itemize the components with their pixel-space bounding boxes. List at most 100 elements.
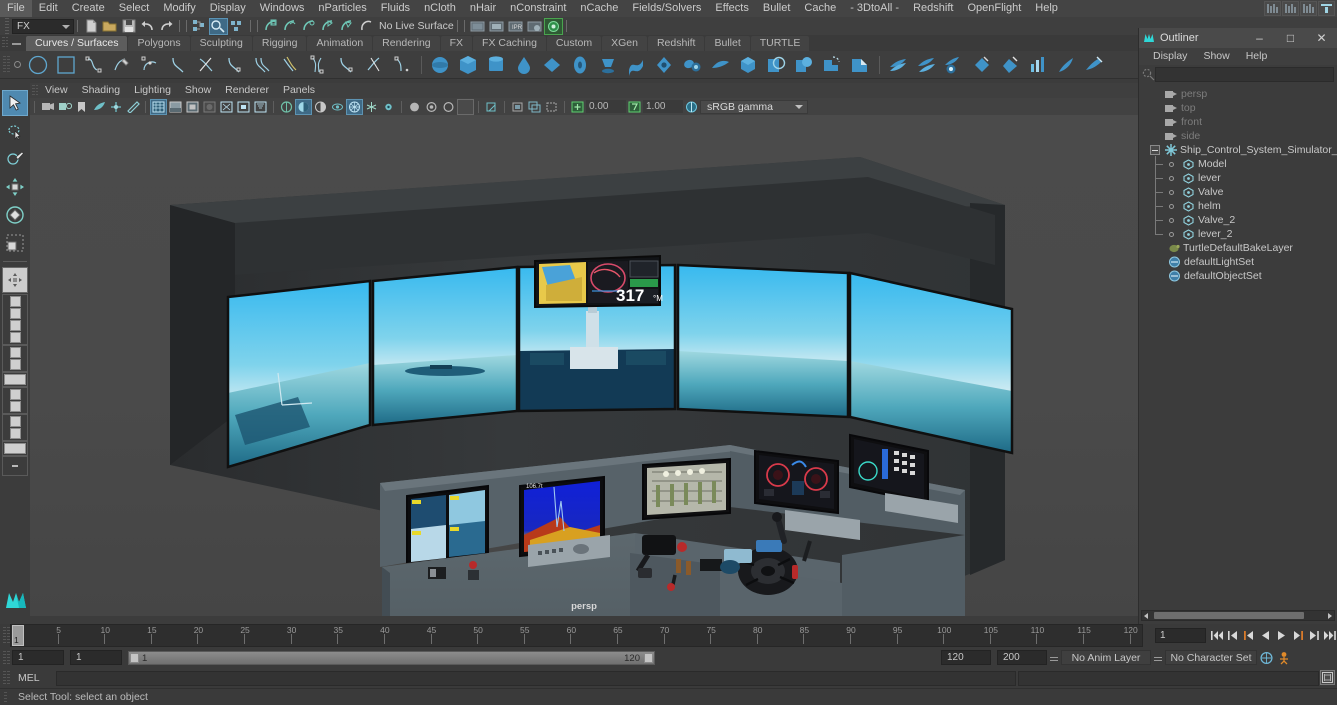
extrude-surface-icon[interactable]	[248, 52, 276, 78]
depth-of-field-icon[interactable]	[329, 99, 346, 115]
menu-item-file[interactable]: File	[0, 0, 32, 17]
time-slider-track[interactable]: 1 5 10 15 20 25 30 35 40 45 50 55 60 65 70 75 80 85 90 95 1…	[10, 624, 1143, 647]
layout-four-view-group[interactable]	[2, 294, 28, 345]
range-start-handle[interactable]	[130, 652, 139, 663]
nurbs-cube-icon[interactable]	[454, 52, 482, 78]
snap-to-curve-icon[interactable]	[280, 18, 299, 35]
outliner-menu-show[interactable]: Show	[1195, 48, 1237, 65]
select-camera-icon[interactable]	[39, 99, 56, 115]
surface-fillet-icon[interactable]	[678, 52, 706, 78]
anim-layer-field[interactable]: No Anim Layer	[1061, 650, 1151, 665]
scrollbar-thumb[interactable]	[1154, 612, 1304, 619]
sculpt-geometry-icon[interactable]	[650, 52, 678, 78]
outliner-tree[interactable]: persp top front side Ship_Control_System…	[1139, 84, 1337, 603]
outliner-node-default-object-set[interactable]: defaultObjectSet	[1139, 269, 1337, 283]
smooth-shade-all-icon[interactable]	[167, 99, 184, 115]
layout-three-cell[interactable]	[9, 389, 21, 400]
animation-preferences-button[interactable]	[1257, 649, 1275, 667]
go-to-end-button[interactable]	[1322, 628, 1337, 644]
project-curve-on-surface-icon[interactable]	[790, 52, 818, 78]
shelf-icons-grip[interactable]	[0, 51, 10, 78]
character-set-field[interactable]: No Character Set	[1165, 650, 1257, 665]
two-d-pan-zoom-icon[interactable]	[107, 99, 124, 115]
xray-mode-icon[interactable]	[363, 99, 380, 115]
gamma-icon[interactable]	[626, 99, 643, 115]
duplicate-panel-icon[interactable]	[526, 99, 543, 115]
menu-item-nconstraint[interactable]: nConstraint	[503, 0, 573, 17]
step-forward-button[interactable]	[1306, 628, 1321, 644]
menu-item-select[interactable]: Select	[112, 0, 157, 17]
exposure-gamma-toggle-icon[interactable]	[406, 99, 423, 115]
play-backwards-button[interactable]	[1258, 628, 1273, 644]
layout-collapse-group[interactable]	[2, 456, 28, 476]
select-tool-button[interactable]	[2, 90, 28, 116]
shelf-tab-fx[interactable]: FX	[440, 36, 473, 51]
current-frame-field[interactable]: 1	[1155, 628, 1206, 643]
surface-offset-icon[interactable]	[706, 52, 734, 78]
scroll-right-arrow-icon[interactable]	[1328, 613, 1332, 619]
color-space-selector[interactable]: sRGB gamma	[700, 99, 808, 114]
outliner-node-top[interactable]: top	[1139, 101, 1337, 115]
nurbs-sphere-icon[interactable]	[426, 52, 454, 78]
paint-attributes-icon[interactable]	[1052, 52, 1080, 78]
color-space-icon[interactable]	[683, 99, 700, 115]
menu-item-ncache[interactable]: nCache	[573, 0, 625, 17]
planar-surface-icon[interactable]	[220, 52, 248, 78]
range-end-time-field[interactable]: 120	[941, 650, 991, 665]
animation-start-time-field[interactable]: 1	[12, 650, 64, 665]
search-filter-icon[interactable]	[1142, 68, 1155, 81]
menu-item-edit[interactable]: Edit	[32, 0, 65, 17]
menu-item-bullet[interactable]: Bullet	[756, 0, 798, 17]
render-current-frame-icon[interactable]	[487, 18, 506, 35]
close-icon[interactable]: ✕	[1306, 28, 1337, 48]
outliner-node-turtle-default-bake-layer[interactable]: TurtleDefaultBakeLayer	[1139, 241, 1337, 255]
image-plane-icon[interactable]	[90, 99, 107, 115]
layout-outliner-persp-group[interactable]	[2, 414, 28, 441]
viewport-menu-shading[interactable]: Shading	[75, 83, 128, 98]
snap-to-grid-icon[interactable]	[261, 18, 280, 35]
layout-right-cell[interactable]	[9, 359, 21, 370]
shelf-tab-xgen[interactable]: XGen	[602, 36, 647, 51]
layout-left-cell[interactable]	[9, 347, 21, 358]
surface-editor-icon[interactable]	[1024, 52, 1052, 78]
shelf-menu-icon[interactable]	[8, 35, 26, 51]
minimize-icon[interactable]: –	[1244, 28, 1275, 48]
collapse-expander-icon[interactable]	[1150, 145, 1160, 155]
screen-space-ao-icon[interactable]	[278, 99, 295, 115]
camera-attributes-icon[interactable]	[56, 99, 73, 115]
anim-layer-dropdown-icon[interactable]	[1047, 650, 1061, 666]
outliner-node-lever-2[interactable]: lever_2	[1139, 226, 1337, 241]
outliner-node-valve[interactable]: Valve	[1139, 184, 1337, 199]
outliner-node-model[interactable]: Model	[1139, 156, 1337, 171]
viewport-menu-grip[interactable]	[30, 83, 38, 98]
step-back-button[interactable]	[1226, 628, 1241, 644]
shelf-options-icon[interactable]	[10, 52, 24, 78]
outliner-node-default-light-set[interactable]: defaultLightSet	[1139, 255, 1337, 269]
exposure-value[interactable]: 0.00	[586, 100, 626, 113]
select-by-component-type-icon[interactable]	[228, 18, 247, 35]
outliner-node-persp[interactable]: persp	[1139, 87, 1337, 101]
nurbs-circle-icon[interactable]	[24, 52, 52, 78]
scroll-left-arrow-icon[interactable]	[1144, 613, 1148, 619]
boundary-surface-icon[interactable]	[304, 52, 332, 78]
layout-quad-cell[interactable]	[9, 296, 21, 307]
layout-single-perspective-button[interactable]	[2, 267, 28, 293]
menu-item-effects[interactable]: Effects	[708, 0, 755, 17]
step-forward-key-button[interactable]	[1290, 628, 1305, 644]
shelf-tab-polygons[interactable]: Polygons	[128, 36, 190, 51]
command-input-field[interactable]	[56, 670, 1016, 686]
exposure-icon[interactable]	[569, 99, 586, 115]
snap-to-view-planes-icon[interactable]	[337, 18, 356, 35]
layout-preset-3-button[interactable]	[1300, 1, 1317, 16]
script-editor-button[interactable]	[1320, 670, 1335, 685]
redshift-render-icon[interactable]	[543, 17, 563, 35]
shadows-icon[interactable]	[252, 99, 269, 115]
render-region-icon[interactable]	[457, 98, 474, 115]
outliner-node-lever[interactable]: lever	[1139, 170, 1337, 185]
tear-off-panel-icon[interactable]	[543, 99, 560, 115]
bevel-plus-icon[interactable]	[388, 52, 416, 78]
viewport-3d-canvas[interactable]: 317 °M 106.7t persp	[30, 115, 1138, 616]
command-language-label[interactable]: MEL	[10, 672, 56, 684]
animation-end-time-field[interactable]: 200	[997, 650, 1047, 665]
shelf-tab-curves-surfaces[interactable]: Curves / Surfaces	[26, 36, 128, 51]
